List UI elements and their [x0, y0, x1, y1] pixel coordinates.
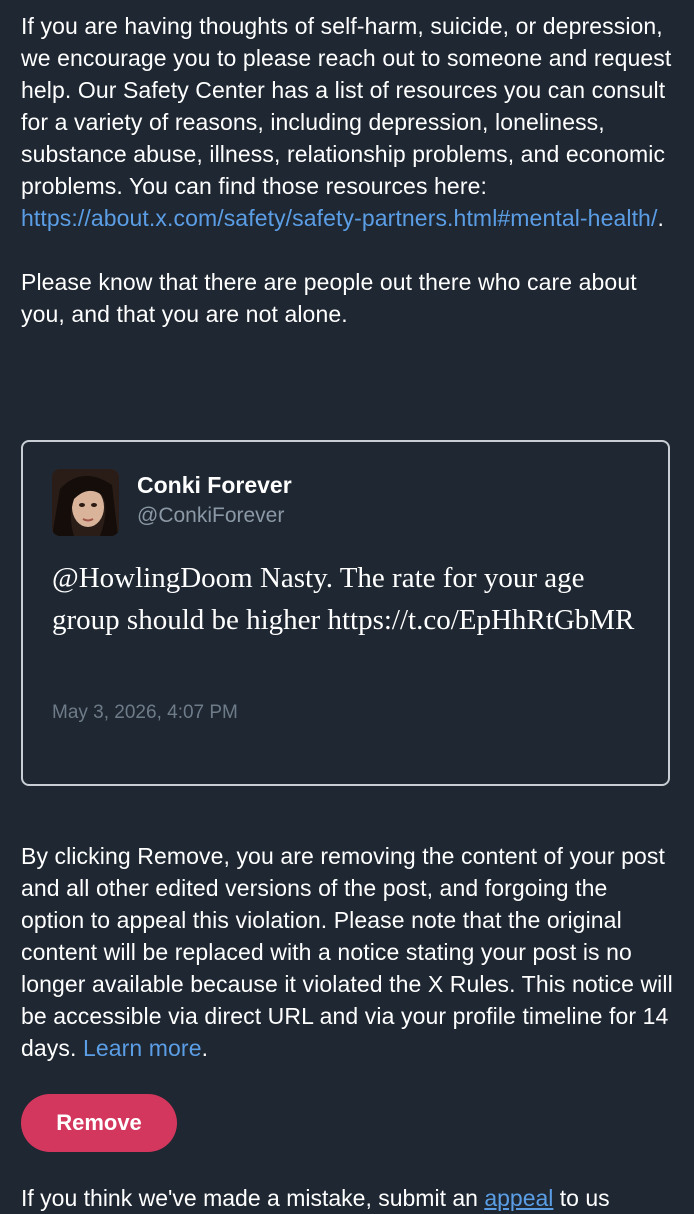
removal-paragraph: By clicking Remove, you are removing the…	[21, 840, 673, 1064]
appeal-footer: If you think we've made a mistake, submi…	[21, 1182, 681, 1214]
learn-more-link[interactable]: Learn more	[83, 1035, 202, 1061]
safety-resources-link[interactable]: https://about.x.com/safety/safety-partne…	[21, 205, 657, 231]
author-handle[interactable]: @ConkiForever	[137, 504, 284, 528]
safety-text-end: .	[657, 205, 664, 231]
appeal-link[interactable]: appeal	[484, 1185, 553, 1211]
post-text: @HowlingDoom Nasty. The rate for your ag…	[52, 562, 635, 636]
support-paragraph: Please know that there are people out th…	[21, 269, 637, 327]
embedded-post-card[interactable]: Conki Forever @ConkiForever @HowlingDoom…	[21, 440, 670, 786]
removal-text: By clicking Remove, you are removing the…	[21, 843, 673, 1061]
safety-text: If you are having thoughts of self-harm,…	[21, 13, 672, 199]
author-name[interactable]: Conki Forever	[137, 472, 292, 499]
safety-paragraph: If you are having thoughts of self-harm,…	[21, 10, 673, 234]
remove-button[interactable]: Remove	[21, 1094, 177, 1152]
intro-section: If you are having thoughts of self-harm,…	[21, 10, 673, 330]
post-timestamp: May 3, 2026, 4:07 PM	[52, 702, 238, 723]
avatar[interactable]	[52, 469, 119, 536]
appeal-text-start: If you think we've made a mistake, submi…	[21, 1185, 485, 1211]
appeal-text-end: to us	[553, 1185, 610, 1211]
removal-text-end: .	[201, 1035, 209, 1061]
removal-section: By clicking Remove, you are removing the…	[21, 840, 673, 1064]
